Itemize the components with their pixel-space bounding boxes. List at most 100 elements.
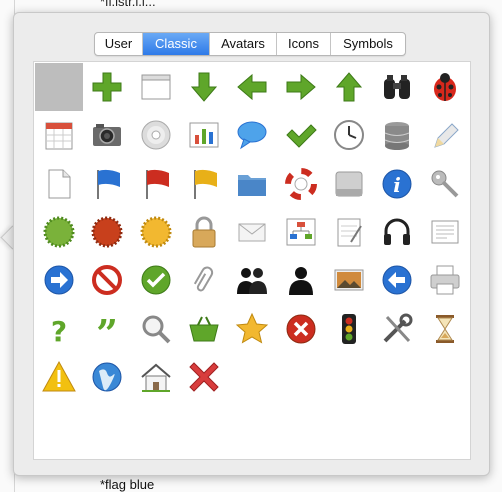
flag-yellow-icon [193,169,217,199]
check-circle-cell[interactable] [132,256,180,304]
no-entry-icon [92,265,123,296]
chart-icon [189,122,219,148]
pencil-cell[interactable] [421,111,469,159]
info-cell[interactable]: i [373,160,421,208]
paperclip-icon [193,266,213,292]
hourglass-cell[interactable] [421,305,469,353]
document-text-top: *fl.lstr.l.l... [100,0,156,9]
warning-cell[interactable] [35,353,83,401]
fax-cell[interactable] [421,208,469,256]
delete-x-cell[interactable] [180,353,228,401]
delete-x-icon [189,362,219,392]
arrow-circle-left-icon [382,265,412,295]
org-chart-icon [286,218,315,246]
clock-cell[interactable] [325,111,373,159]
hourglass-icon [436,314,455,343]
key-cell[interactable] [421,160,469,208]
star-icon [235,312,269,344]
padlock-cell[interactable] [180,208,228,256]
hard-drive-icon [335,171,363,197]
flag-yellow-cell[interactable] [180,160,228,208]
key-icon [431,170,459,198]
arrow-right-cell[interactable] [277,63,325,111]
magnifier-cell[interactable] [132,305,180,353]
question-mark-cell[interactable]: ? [35,305,83,353]
document-icon [48,169,71,199]
cd-icon [141,120,171,150]
window-icon [141,74,171,100]
shopping-basket-icon [189,316,219,341]
window-cell[interactable] [132,63,180,111]
tools-cell[interactable] [373,305,421,353]
headphones-icon [384,218,411,245]
headphones-cell[interactable] [373,208,421,256]
tools-icon [383,313,413,342]
database-cell[interactable] [373,111,421,159]
notepad-cell[interactable] [325,208,373,256]
seal-red-cell[interactable] [83,208,131,256]
seal-yellow-cell[interactable] [132,208,180,256]
no-entry-cell[interactable] [83,256,131,304]
checkmark-cell[interactable] [277,111,325,159]
printer-cell[interactable] [421,256,469,304]
speech-bubble-cell[interactable] [228,111,276,159]
arrow-circle-right-cell[interactable] [35,256,83,304]
flag-blue-cell[interactable] [83,160,131,208]
plus-icon [92,72,122,102]
users-cell[interactable] [228,256,276,304]
database-icon [384,122,410,151]
globe-cell[interactable] [83,353,131,401]
binoculars-cell[interactable] [373,63,421,111]
hard-drive-cell[interactable] [325,160,373,208]
traffic-light-cell[interactable] [325,305,373,353]
svg-text:?: ? [51,315,67,347]
chart-cell[interactable] [180,111,228,159]
notepad-icon [337,218,362,247]
tab-avatars[interactable]: Avatars [210,33,277,55]
seal-green-cell[interactable] [35,208,83,256]
org-chart-cell[interactable] [277,208,325,256]
selected-icon-cell[interactable] [35,63,83,111]
tab-user[interactable]: User [95,33,143,55]
cancel-circle-cell[interactable] [277,305,325,353]
plus-cell[interactable] [83,63,131,111]
printer-icon [430,265,460,295]
picture-cell[interactable] [325,256,373,304]
arrow-up-cell[interactable] [325,63,373,111]
flag-red-cell[interactable] [132,160,180,208]
quote-cell[interactable]: ” [83,305,131,353]
padlock-icon [192,216,216,248]
user-icon [288,267,313,296]
envelope-icon [238,223,266,242]
magnifier-icon [142,315,171,343]
arrow-down-icon [190,72,217,102]
quote-icon: ” [96,311,118,347]
arrow-circle-left-cell[interactable] [373,256,421,304]
info-icon: i [382,169,412,199]
binoculars-icon [384,75,411,99]
globe-icon [92,362,122,392]
star-cell[interactable] [228,305,276,353]
tab-classic[interactable]: Classic [143,33,210,55]
arrow-circle-right-icon [44,265,74,295]
user-cell[interactable] [277,256,325,304]
tab-symbols[interactable]: Symbols [331,33,405,55]
envelope-cell[interactable] [228,208,276,256]
cd-cell[interactable] [132,111,180,159]
arrow-left-cell[interactable] [228,63,276,111]
ladybug-cell[interactable] [421,63,469,111]
folder-cell[interactable] [228,160,276,208]
document-text-bottom: *flag blue [100,477,155,492]
arrow-down-cell[interactable] [180,63,228,111]
arrow-right-icon [286,73,316,101]
speech-bubble-icon [237,121,267,150]
checkmark-icon [285,124,317,149]
lifebuoy-cell[interactable] [277,160,325,208]
shopping-basket-cell[interactable] [180,305,228,353]
camera-cell[interactable] [83,111,131,159]
tab-icons[interactable]: Icons [277,33,331,55]
house-cell[interactable] [132,353,180,401]
paperclip-cell[interactable] [180,256,228,304]
calendar-cell[interactable] [35,111,83,159]
document-cell[interactable] [35,160,83,208]
